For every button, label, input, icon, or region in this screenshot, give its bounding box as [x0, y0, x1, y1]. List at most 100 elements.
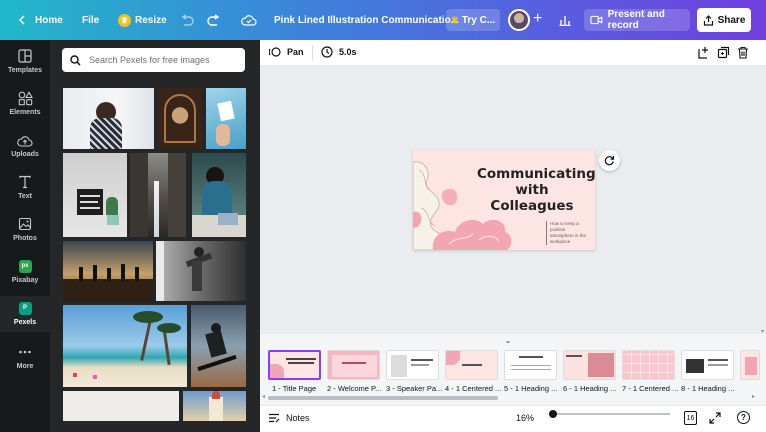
bar-chart-icon	[559, 16, 571, 26]
page-label: 3 - Speaker Pa...	[386, 384, 443, 393]
animate-icon	[269, 47, 281, 57]
stock-photo[interactable]	[156, 241, 246, 301]
expand-icon	[709, 412, 721, 424]
rail-label: Pexels	[13, 319, 37, 326]
vertical-scrollbar[interactable]: ▾	[760, 66, 766, 335]
help-button[interactable]: ?	[737, 411, 750, 424]
stock-photo[interactable]	[63, 153, 127, 237]
undo-icon	[181, 14, 194, 26]
page-thumbnail[interactable]	[386, 350, 439, 380]
rail-item-pexels[interactable]: P Pexels	[0, 296, 50, 332]
notes-button[interactable]: Notes	[268, 413, 310, 423]
resize-button[interactable]: ♛ Resize	[118, 0, 167, 40]
page-thumbnail[interactable]	[563, 350, 616, 380]
duplicate-page-button[interactable]	[717, 46, 730, 61]
notes-icon	[269, 413, 280, 423]
rail-item-elements[interactable]: Elements	[0, 86, 50, 126]
horizontal-scrollbar[interactable]	[268, 396, 498, 400]
chevron-left-icon	[18, 15, 25, 25]
try-pro-button[interactable]: ♛ Try C...	[446, 9, 500, 31]
timing-button[interactable]: 5.0s	[321, 46, 357, 58]
redo-button[interactable]	[207, 0, 221, 40]
pexels-app-icon: P	[17, 300, 33, 316]
video-camera-icon	[590, 15, 603, 25]
rail-item-pixabay[interactable]: px Pixabay	[0, 254, 50, 294]
page-thumbnail[interactable]	[622, 350, 675, 380]
page-thumbnail[interactable]	[740, 350, 760, 380]
left-rail: Templates Elements Uploads Text Photos p…	[0, 40, 50, 432]
refresh-icon	[604, 156, 615, 166]
document-title[interactable]: Pink Lined Illustration Communicatio...	[274, 0, 459, 40]
avatar[interactable]	[508, 9, 530, 31]
present-and-record-button[interactable]: Present and record	[584, 9, 690, 31]
undo-button[interactable]	[180, 0, 194, 40]
page-thumbnail[interactable]	[681, 350, 734, 380]
rail-item-text[interactable]: Text	[0, 170, 50, 210]
trash-icon	[738, 46, 748, 59]
editor-toolbar: Pan 5.0s	[260, 40, 766, 66]
rail-label: More	[16, 363, 34, 370]
stock-photo[interactable]	[158, 88, 202, 149]
collapse-pages-button[interactable]: ⌄	[500, 336, 516, 345]
insights-button[interactable]	[559, 0, 571, 40]
pan-animation-button[interactable]: Pan	[269, 46, 304, 58]
rail-item-uploads[interactable]: Uploads	[0, 128, 50, 168]
slide-title[interactable]: Communicating with Colleagues	[477, 166, 595, 214]
page-count: 16	[686, 414, 695, 422]
document-title-text: Pink Lined Illustration Communicatio...	[274, 14, 460, 26]
stock-photo[interactable]	[63, 391, 179, 421]
pexels-panel	[50, 40, 260, 432]
add-page-button[interactable]	[697, 46, 710, 61]
more-dots-icon	[17, 344, 33, 360]
rail-label: Templates	[7, 67, 43, 74]
page-label: 7 - 1 Centered ...	[622, 384, 679, 393]
slide-subtitle[interactable]: How to keep a positive atmosphere in the…	[546, 221, 590, 245]
stock-photo[interactable]	[63, 88, 154, 149]
rail-item-templates[interactable]: Templates	[0, 44, 50, 84]
rail-item-more[interactable]: More	[0, 340, 50, 380]
page-label: 1 - Title Page	[272, 384, 317, 393]
crown-icon: ♛	[450, 14, 459, 25]
page-thumbnail[interactable]	[504, 350, 557, 380]
stock-photo[interactable]	[63, 241, 153, 301]
stock-photo[interactable]	[192, 153, 246, 237]
zoom-slider-handle[interactable]	[549, 410, 557, 418]
home-button[interactable]: Home	[18, 0, 63, 40]
pixabay-app-icon: px	[17, 258, 33, 274]
delete-page-button[interactable]	[737, 46, 749, 61]
page-thumbnail[interactable]	[445, 350, 498, 380]
slide-title-line: with Colleagues	[490, 182, 574, 214]
search-input[interactable]	[89, 55, 239, 65]
bottom-bar: Notes 16% 16 ?	[260, 405, 766, 432]
page-thumbnail[interactable]	[268, 350, 321, 380]
zoom-percentage[interactable]: 16%	[516, 413, 534, 423]
zoom-slider[interactable]	[552, 413, 670, 415]
rail-label: Uploads	[11, 151, 39, 158]
page-count-button[interactable]: 16	[684, 411, 697, 425]
divider	[312, 45, 313, 61]
share-button[interactable]: Share	[697, 8, 751, 32]
stock-photo[interactable]	[191, 305, 246, 387]
try-label: Try C...	[461, 14, 496, 26]
present-label: Present and record	[607, 9, 665, 31]
stock-photo[interactable]	[183, 391, 246, 421]
scroll-right-arrow-icon[interactable]: ▸	[752, 393, 755, 400]
add-collaborator-button[interactable]: +	[533, 10, 542, 28]
fullscreen-button[interactable]	[709, 412, 721, 426]
page-label: 2 - Welcome P...	[327, 384, 382, 393]
rail-item-photos[interactable]: Photos	[0, 212, 50, 252]
search-box[interactable]	[62, 48, 245, 72]
refresh-design-button[interactable]	[599, 150, 620, 171]
stock-photo[interactable]	[206, 88, 246, 149]
photo-icon	[17, 216, 33, 232]
scroll-left-arrow-icon[interactable]: ◂	[262, 393, 265, 400]
file-menu[interactable]: File	[82, 0, 99, 40]
slide-canvas[interactable]: Communicating with Colleagues How to kee…	[413, 150, 595, 250]
save-status-button[interactable]	[241, 0, 257, 40]
page-thumbnail[interactable]	[327, 350, 380, 380]
stock-photo[interactable]	[63, 305, 187, 387]
stock-photo[interactable]	[130, 153, 186, 237]
add-page-icon	[698, 47, 708, 59]
rail-label: Text	[18, 193, 32, 200]
zoom-label: 16%	[516, 413, 535, 423]
